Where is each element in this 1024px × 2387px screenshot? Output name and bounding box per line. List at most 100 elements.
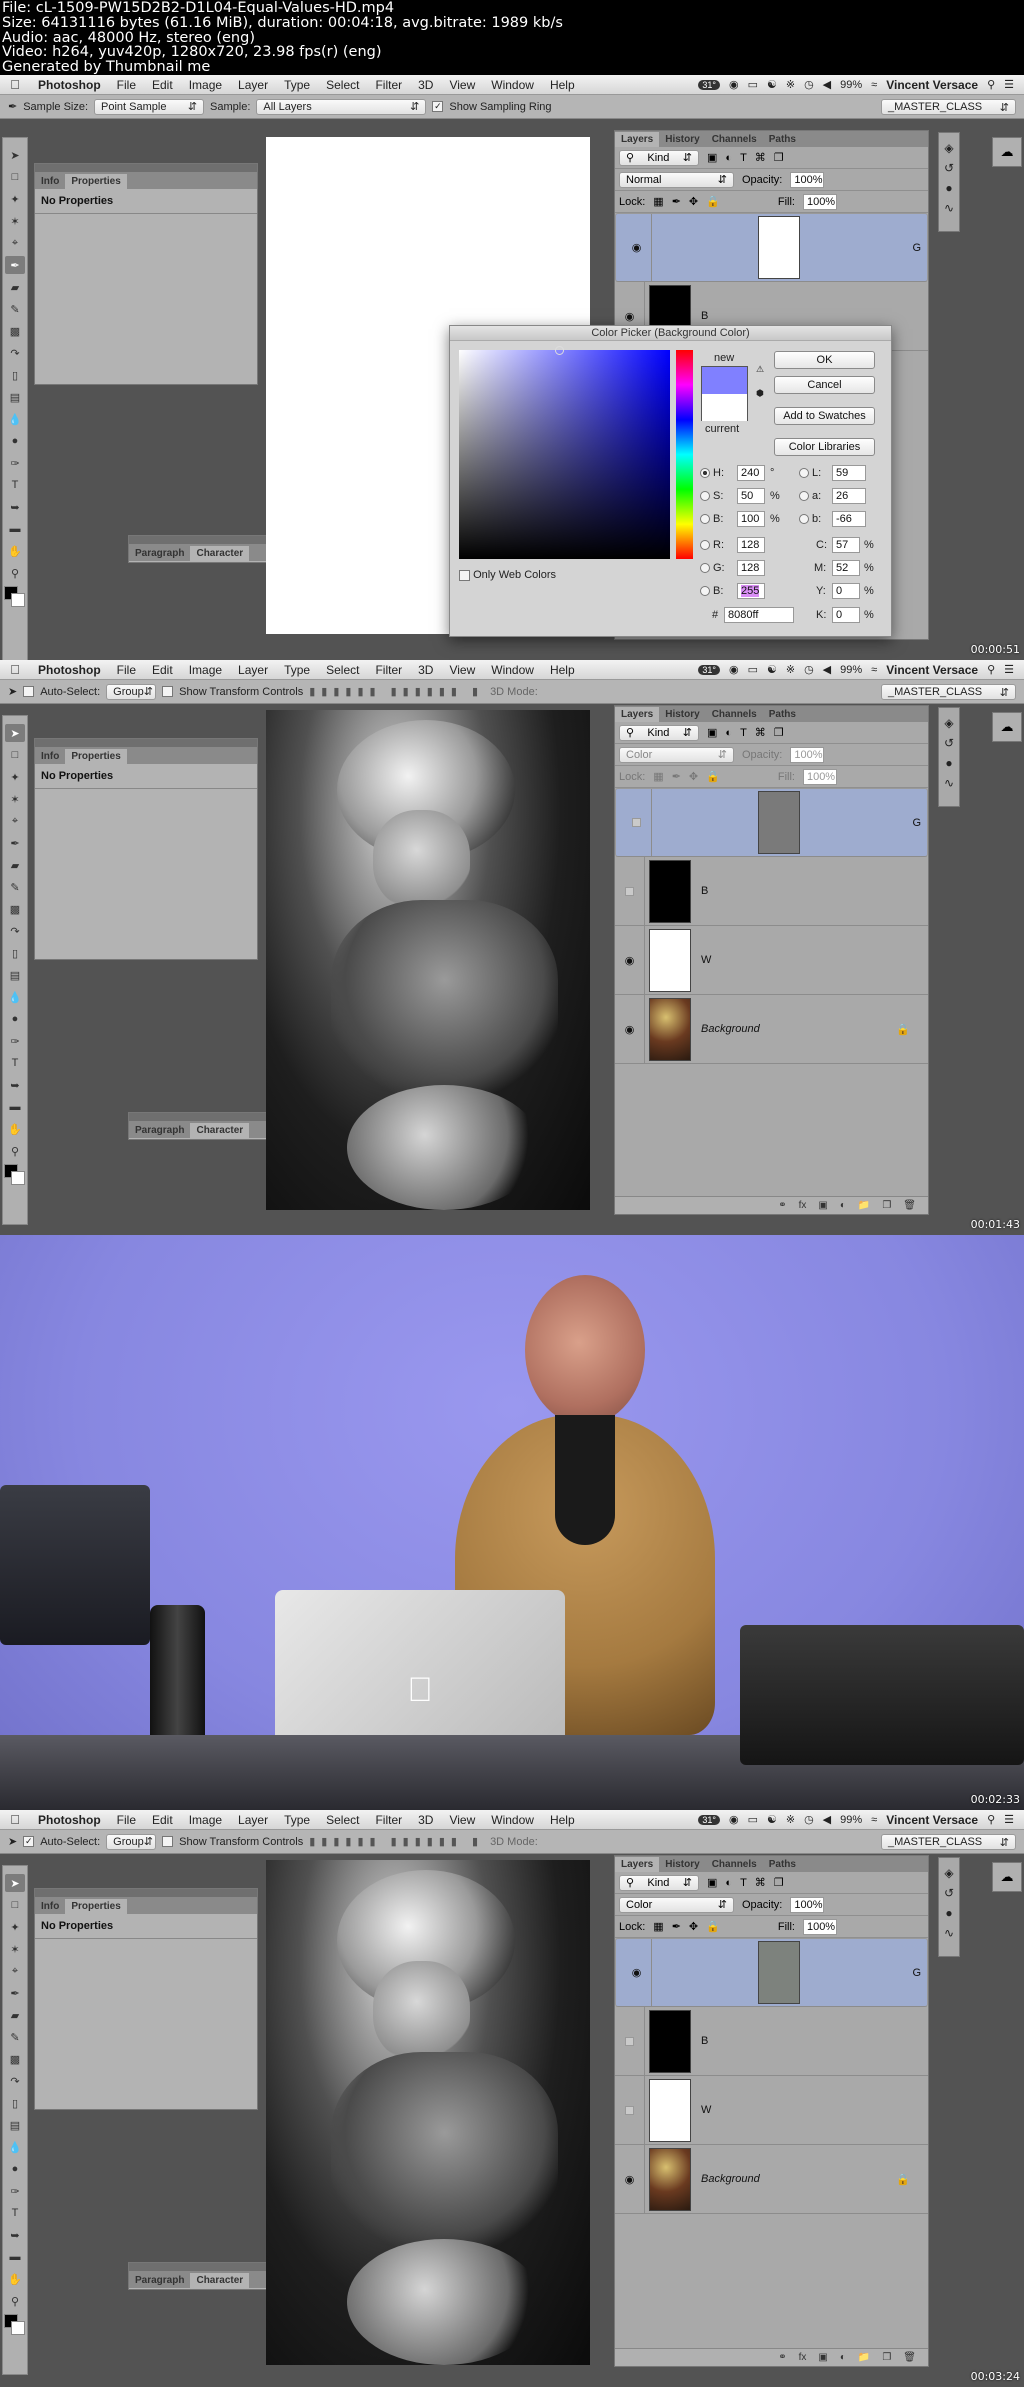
menu-help[interactable]: Help [542,1813,583,1827]
menu-type[interactable]: Type [276,1813,318,1827]
lock-position-icon[interactable]: ✥ [689,770,698,783]
tab-character[interactable]: Character [190,1123,250,1138]
dodge-tool-icon[interactable]: ● [5,2160,25,2178]
filter-adjustment-icon[interactable]: ◐ [725,1877,732,1889]
paths-dock-icon[interactable]: ∿ [944,201,954,215]
filter-adjustment-icon[interactable]: ◐ [725,727,732,739]
color-libraries-button[interactable]: Color Libraries [774,438,875,456]
visibility-toggle[interactable] [615,2007,645,2075]
green-input[interactable]: 128 [737,560,765,576]
bluetooth-icon[interactable]: ※ [786,663,795,676]
lock-pixels-icon[interactable]: ✒ [672,770,681,783]
blur-tool-icon[interactable]: 💧 [5,2138,25,2156]
auto-select-checkbox[interactable]: ✓ [23,1836,35,1847]
time-machine-icon[interactable]: ◷ [804,1813,814,1826]
history-brush-tool-icon[interactable]: ↷ [5,2072,25,2090]
tab-layers[interactable]: Layers [615,707,660,722]
history-brush-tool-icon[interactable]: ↷ [5,344,25,362]
color-swatches[interactable] [4,1164,26,1186]
color-swatches[interactable] [4,586,26,608]
zoom-tool-icon[interactable]: ⚲ [5,2292,25,2310]
battery-status[interactable]: 99% [840,1814,862,1826]
tab-character[interactable]: Character [190,2273,250,2288]
eyedropper-tool-icon[interactable]: ✒ [8,100,17,113]
eyedropper-tool-icon[interactable]: ✒ [5,256,25,274]
color-field[interactable] [459,346,670,559]
blur-tool-icon[interactable]: 💧 [5,410,25,428]
layer-filter-select[interactable]: ⚲ Kind ⇵ [619,149,699,166]
menu-filter[interactable]: Filter [367,1813,410,1827]
lock-position-icon[interactable]: ✥ [689,195,698,208]
visibility-toggle[interactable]: ◉ [615,926,645,994]
menu-view[interactable]: View [441,78,483,92]
apple-icon[interactable]:  [0,77,30,92]
visibility-toggle[interactable]: ◉ [622,1939,652,2006]
tab-channels[interactable]: Channels [706,132,763,147]
menu-image[interactable]: Image [181,78,230,92]
tab-properties[interactable]: Properties [65,174,127,189]
filter-smart-object-icon[interactable]: ❐ [774,1876,784,1889]
move-tool-icon[interactable]: ➤ [5,146,25,164]
layer-style-icon[interactable]: fx [799,1200,807,1211]
clone-stamp-tool-icon[interactable]: ▩ [5,322,25,340]
lock-all-icon[interactable]: 🔒 [706,195,720,208]
rectangle-tool-icon[interactable]: ▬ [5,2248,25,2266]
blue-input[interactable]: 255 [737,583,765,599]
sampling-ring-checkbox[interactable]: ✓ [432,101,444,112]
green-radio[interactable]: G: [700,562,725,574]
cyan-input[interactable]: 57 [832,537,860,553]
creative-cloud-icon[interactable]: ☁ [992,1862,1022,1892]
layer-row[interactable]: G [615,788,928,857]
tab-history[interactable]: History [659,1857,705,1872]
delete-layer-icon[interactable]: 🗑 [903,2352,916,2363]
auto-select-select[interactable]: Group ⇵ [106,683,157,700]
menu-file[interactable]: File [109,78,144,92]
menu-filter[interactable]: Filter [367,78,410,92]
path-selection-tool-icon[interactable]: ➥ [5,498,25,516]
lock-transparency-icon[interactable]: ▦ [653,195,663,208]
menu-window[interactable]: Window [483,78,542,92]
tab-layers[interactable]: Layers [615,132,660,147]
delete-layer-icon[interactable]: 🗑 [903,1200,916,1211]
blue-radio[interactable]: B: [700,585,723,597]
lock-transparency-icon[interactable]: ▦ [653,1920,663,1933]
layer-row[interactable]: ◉ W [615,926,928,995]
document-photo[interactable] [266,710,590,1210]
auto-select-checkbox[interactable] [23,686,35,697]
history-brush-tool-icon[interactable]: ↷ [5,922,25,940]
align-icons[interactable]: ▮▮▮▮▮▮ ▮▮▮▮▮▮ ▮ [309,685,484,698]
menu-view[interactable]: View [441,1813,483,1827]
hand-tool-icon[interactable]: ✋ [5,2270,25,2288]
layer-row[interactable]: ◉ G [615,1938,928,2007]
red-input[interactable]: 128 [737,537,765,553]
panel-titlebar[interactable] [35,1889,257,1897]
filter-shape-icon[interactable]: ⌘ [755,1876,766,1889]
layer-row[interactable]: B [615,2007,928,2076]
volume-icon[interactable]: ◀ [823,663,831,676]
brush-tool-icon[interactable]: ✎ [5,2028,25,2046]
paths-dock-icon[interactable]: ∿ [944,1926,954,1940]
crop-tool-icon[interactable]: ⌖ [5,1962,25,1980]
hand-tool-icon[interactable]: ✋ [5,1120,25,1138]
gamut-warning-icon[interactable]: ⚠ [756,364,764,375]
filter-pixel-icon[interactable]: ▣ [707,726,717,739]
color-dock-icon[interactable]: ● [945,756,952,770]
auto-select-select[interactable]: Group ⇵ [106,1833,157,1850]
menu-help[interactable]: Help [542,78,583,92]
wifi-icon[interactable]: ≈ [871,1814,877,1826]
menu-view[interactable]: View [441,663,483,677]
adjustment-layer-icon[interactable]: ◐ [840,2352,846,2363]
link-layers-icon[interactable]: ⚭ [778,2352,786,2363]
layer-filter-select[interactable]: ⚲ Kind ⇵ [619,724,699,741]
tab-properties[interactable]: Properties [65,1899,127,1914]
airplay-icon[interactable]: ▭ [748,1813,758,1826]
filter-type-icon[interactable]: T [740,727,747,739]
spotlight-icon[interactable]: ⚲ [987,1813,995,1826]
filter-smart-object-icon[interactable]: ❐ [774,726,784,739]
time-machine-icon[interactable]: ◷ [804,78,814,91]
spotlight-icon[interactable]: ⚲ [987,663,995,676]
background-color[interactable] [11,593,25,607]
lock-pixels-icon[interactable]: ✒ [672,1920,681,1933]
menu-3d[interactable]: 3D [410,78,441,92]
add-to-swatches-button[interactable]: Add to Swatches [774,407,875,425]
